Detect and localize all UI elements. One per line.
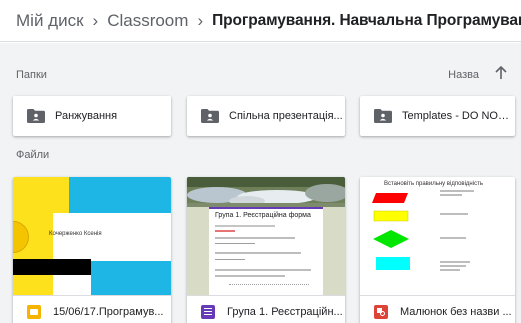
breadcrumb: Мій диск › Classroom › Програмування. На… — [0, 0, 521, 42]
file-browser: Папки Назва Ранжування Спільна презентац… — [0, 43, 521, 323]
sort-arrow-up-icon[interactable] — [494, 65, 508, 81]
folder-label: Templates - DO NOT ... — [402, 110, 515, 122]
chevron-right-icon: › — [197, 10, 204, 30]
shared-folder-icon — [374, 109, 392, 123]
file-footer: Група 1. Реєстраційн... — [187, 295, 345, 323]
forms-icon — [201, 304, 215, 319]
file-footer: 15/06/17.Програмув... — [13, 295, 171, 323]
breadcrumb-my-drive[interactable]: Мій диск — [16, 11, 84, 31]
file-card[interactable]: Встановіть правильну відповідність Малюн… — [360, 177, 515, 323]
slides-icon — [27, 304, 41, 319]
drawings-icon — [374, 304, 388, 319]
file-label: Група 1. Реєстраційн... — [227, 305, 343, 318]
file-thumbnail: Кочерженко Ксенія — [13, 177, 171, 295]
file-label: 15/06/17.Програмув... — [53, 305, 164, 318]
breadcrumb-classroom[interactable]: Classroom — [107, 11, 188, 31]
breadcrumb-current-folder[interactable]: Програмування. Навчальна Програмування — [212, 12, 521, 30]
folder-label: Ранжування — [55, 110, 118, 122]
folder-label: Спільна презентація... — [229, 110, 343, 122]
folder-card[interactable]: Ранжування — [13, 96, 171, 136]
folder-card[interactable]: Спільна презентація... — [187, 96, 345, 136]
drawing-shapes — [372, 190, 474, 271]
chevron-right-icon: › — [92, 10, 99, 30]
thumb-header-photo — [187, 177, 345, 207]
sort-by-name-button[interactable]: Назва — [448, 69, 479, 81]
file-footer: Малюнок без назви ... — [360, 295, 515, 323]
thumb-cyan-block — [69, 177, 171, 213]
shared-folder-icon — [201, 109, 219, 123]
shared-folder-icon — [27, 109, 45, 123]
files-section-label: Файли — [16, 149, 50, 161]
thumb-yellow-block — [53, 177, 69, 213]
folder-card[interactable]: Templates - DO NOT ... — [360, 96, 515, 136]
file-card[interactable]: Кочерженко Ксенія 15/06/17.Програмув... — [13, 177, 171, 323]
thumb-black-bar — [13, 259, 91, 275]
file-thumbnail: Встановіть правильну відповідність — [360, 177, 515, 295]
file-thumbnail: Група 1. Реєстраційна форма — [187, 177, 345, 295]
file-label: Малюнок без назви ... — [400, 305, 512, 318]
thumb-cyan-block — [91, 261, 171, 295]
thumb-title: Кочерженко Ксенія — [49, 231, 102, 237]
thumb-title: Група 1. Реєстраційна форма — [215, 212, 311, 219]
file-card[interactable]: Група 1. Реєстраційна форма Група 1. Реє… — [187, 177, 345, 323]
folders-section-label: Папки — [16, 69, 47, 81]
form-card-preview: Група 1. Реєстраційна форма — [209, 207, 323, 295]
